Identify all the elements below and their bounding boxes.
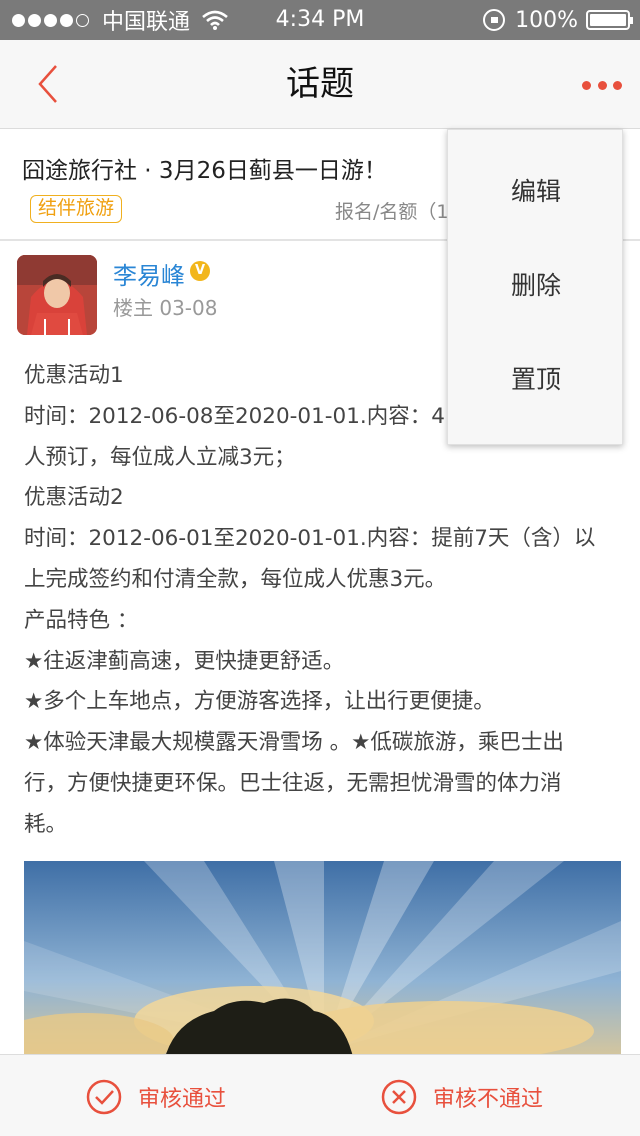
signup-quota: 报名/名额（1 <box>335 201 449 223</box>
more-menu: 编辑 删除 置顶 <box>447 129 623 445</box>
avatar[interactable] <box>17 255 97 335</box>
nav-bar: 话题 <box>0 40 640 129</box>
content-line: ★往返津蓟高速，更快捷更舒适。 <box>24 648 345 674</box>
author-role-date: 楼主 03-08 <box>113 296 218 320</box>
content-line: 时间：2012-06-01至2020-01-01.内容：提前7天（含）以 <box>24 526 596 552</box>
menu-item-delete[interactable]: 删除 <box>448 240 624 332</box>
more-dots-icon <box>582 80 591 90</box>
topic-tag[interactable]: 结伴旅游 <box>30 195 123 223</box>
content-line: 行，方便快捷更环保。巴士往返，无需担忧滑雪的体力消 <box>24 770 562 796</box>
approve-label: 审核通过 <box>138 1087 227 1112</box>
topic-title: 囧途旅行社 · 3月26日蓟县一日游！ <box>22 158 387 184</box>
x-circle-icon <box>381 1079 417 1115</box>
content-line: ★多个上车地点，方便游客选择，让出行更便捷。 <box>24 689 495 715</box>
page-title: 话题 <box>286 64 354 104</box>
menu-item-edit[interactable]: 编辑 <box>448 146 624 238</box>
reject-button[interactable]: 审核不通过 <box>381 1079 543 1115</box>
orientation-lock-icon <box>483 9 506 31</box>
reject-label: 审核不通过 <box>433 1087 544 1112</box>
menu-item-pin[interactable]: 置顶 <box>448 334 624 426</box>
more-button[interactable] <box>582 70 622 100</box>
author-name[interactable]: 李易峰 <box>113 256 185 291</box>
check-circle-icon <box>86 1079 122 1115</box>
post-photo[interactable] <box>24 861 621 1061</box>
content-line: ★体验天津最大规模露天滑雪场 。★低碳旅游，乘巴士出 <box>24 730 564 756</box>
content-line: 优惠活动2 <box>24 485 124 511</box>
battery-icon <box>586 10 633 30</box>
approve-button[interactable]: 审核通过 <box>86 1079 226 1115</box>
status-bar: 中国联通 4:34 PM 100% <box>0 0 640 40</box>
content-line: 上完成签约和付清全款，每位成人优惠3元。 <box>24 566 447 592</box>
content-line: 耗。 <box>24 811 68 837</box>
bottom-action-bar: 审核通过 审核不通过 <box>0 1054 640 1136</box>
battery-percent: 100% <box>515 7 578 33</box>
verified-badge-icon: V <box>190 261 210 281</box>
content-line: 产品特色 ： <box>24 607 139 633</box>
